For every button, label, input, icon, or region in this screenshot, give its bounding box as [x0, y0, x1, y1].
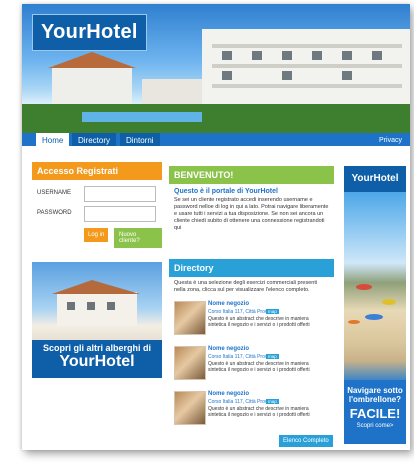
- map-badge[interactable]: map: [266, 399, 279, 404]
- shop-thumbnail[interactable]: [174, 346, 206, 380]
- login-panel: Accesso Registrati USERNAME PASSWORD Log…: [32, 162, 162, 250]
- promo-photo: [52, 280, 140, 326]
- site-logo[interactable]: YourHotel: [32, 14, 147, 51]
- directory-title: Directory: [169, 259, 334, 277]
- directory-entry[interactable]: Nome negozio Corso Italia 117, Città Pro…: [174, 391, 332, 429]
- username-label: USERNAME: [37, 190, 72, 196]
- website-mockup: YourHotel Home Directory Dintorni Privac…: [22, 4, 410, 450]
- welcome-title: BENVENUTO!: [169, 166, 334, 184]
- username-input[interactable]: [84, 186, 156, 202]
- sidebar-ad-logo: YourHotel: [344, 166, 406, 192]
- login-button[interactable]: Log in: [84, 228, 109, 242]
- shop-name[interactable]: Nome negozio: [208, 346, 249, 352]
- sidebar-ad-line1: Navigare sotto l'ombrellone?: [347, 386, 403, 404]
- sidebar-ad-line2: FACILE!: [349, 406, 401, 421]
- shop-name[interactable]: Nome negozio: [208, 391, 249, 397]
- shop-address[interactable]: Corso Italia 117, Città Prov.: [208, 309, 268, 315]
- shop-abstract: Questo è un abstract che descrive in man…: [208, 361, 310, 373]
- promo-caption: Scopri gli altri alberghi di YourHotel: [32, 340, 162, 378]
- privacy-link[interactable]: Privacy: [379, 133, 402, 146]
- shop-abstract: Questo è un abstract che descrive in man…: [208, 406, 310, 418]
- shop-thumbnail[interactable]: [174, 391, 206, 425]
- promo-logo: YourHotel: [59, 353, 135, 370]
- shop-abstract: Questo è un abstract che descrive in man…: [208, 316, 310, 328]
- welcome-body: Se sei un cliente registrato accedi inse…: [174, 197, 329, 231]
- promo-banner[interactable]: Scopri gli altri alberghi di YourHotel: [32, 262, 162, 378]
- sidebar-ad[interactable]: YourHotel Navigare sotto l'ombrellone? F…: [344, 166, 406, 444]
- shop-thumbnail[interactable]: [174, 301, 206, 335]
- directory-desc: Questa è una selezione degli esercizi co…: [174, 280, 318, 293]
- register-button[interactable]: Nuovo cliente?: [114, 228, 162, 248]
- sidebar-ad-link[interactable]: Scopri come>: [344, 423, 406, 429]
- login-title: Accesso Registrati: [32, 162, 162, 180]
- shop-address[interactable]: Corso Italia 117, Città Prov.: [208, 354, 268, 360]
- directory-panel: Directory Questa è una selezione degli e…: [169, 259, 334, 449]
- tab-home[interactable]: Home: [36, 133, 70, 146]
- tab-dintorni[interactable]: Dintorni: [120, 133, 160, 146]
- welcome-panel: BENVENUTO! Questo è il portale di YourHo…: [169, 166, 334, 261]
- sidebar-ad-caption: Navigare sotto l'ombrellone? FACILE! Sco…: [344, 380, 406, 444]
- main-nav: Home Directory Dintorni Privacy: [22, 133, 410, 146]
- password-label: PASSWORD: [37, 210, 72, 216]
- tab-directory[interactable]: Directory: [72, 133, 117, 146]
- password-input[interactable]: [84, 206, 156, 222]
- directory-entry[interactable]: Nome negozio Corso Italia 117, Città Pro…: [174, 301, 332, 339]
- map-badge[interactable]: map: [266, 354, 279, 359]
- beach-photo: [348, 284, 396, 324]
- promo-line1: Scopri gli altri alberghi di: [42, 343, 152, 353]
- shop-name[interactable]: Nome negozio: [208, 301, 249, 307]
- map-badge[interactable]: map: [266, 309, 279, 314]
- shop-address[interactable]: Corso Italia 117, Città Prov.: [208, 399, 268, 405]
- header-banner: YourHotel Home Directory Dintorni Privac…: [22, 4, 410, 146]
- full-list-button[interactable]: Elenco Completo: [279, 435, 333, 447]
- directory-entry[interactable]: Nome negozio Corso Italia 117, Città Pro…: [174, 346, 332, 384]
- welcome-intro: Questo è il portale di YourHotel: [174, 188, 278, 195]
